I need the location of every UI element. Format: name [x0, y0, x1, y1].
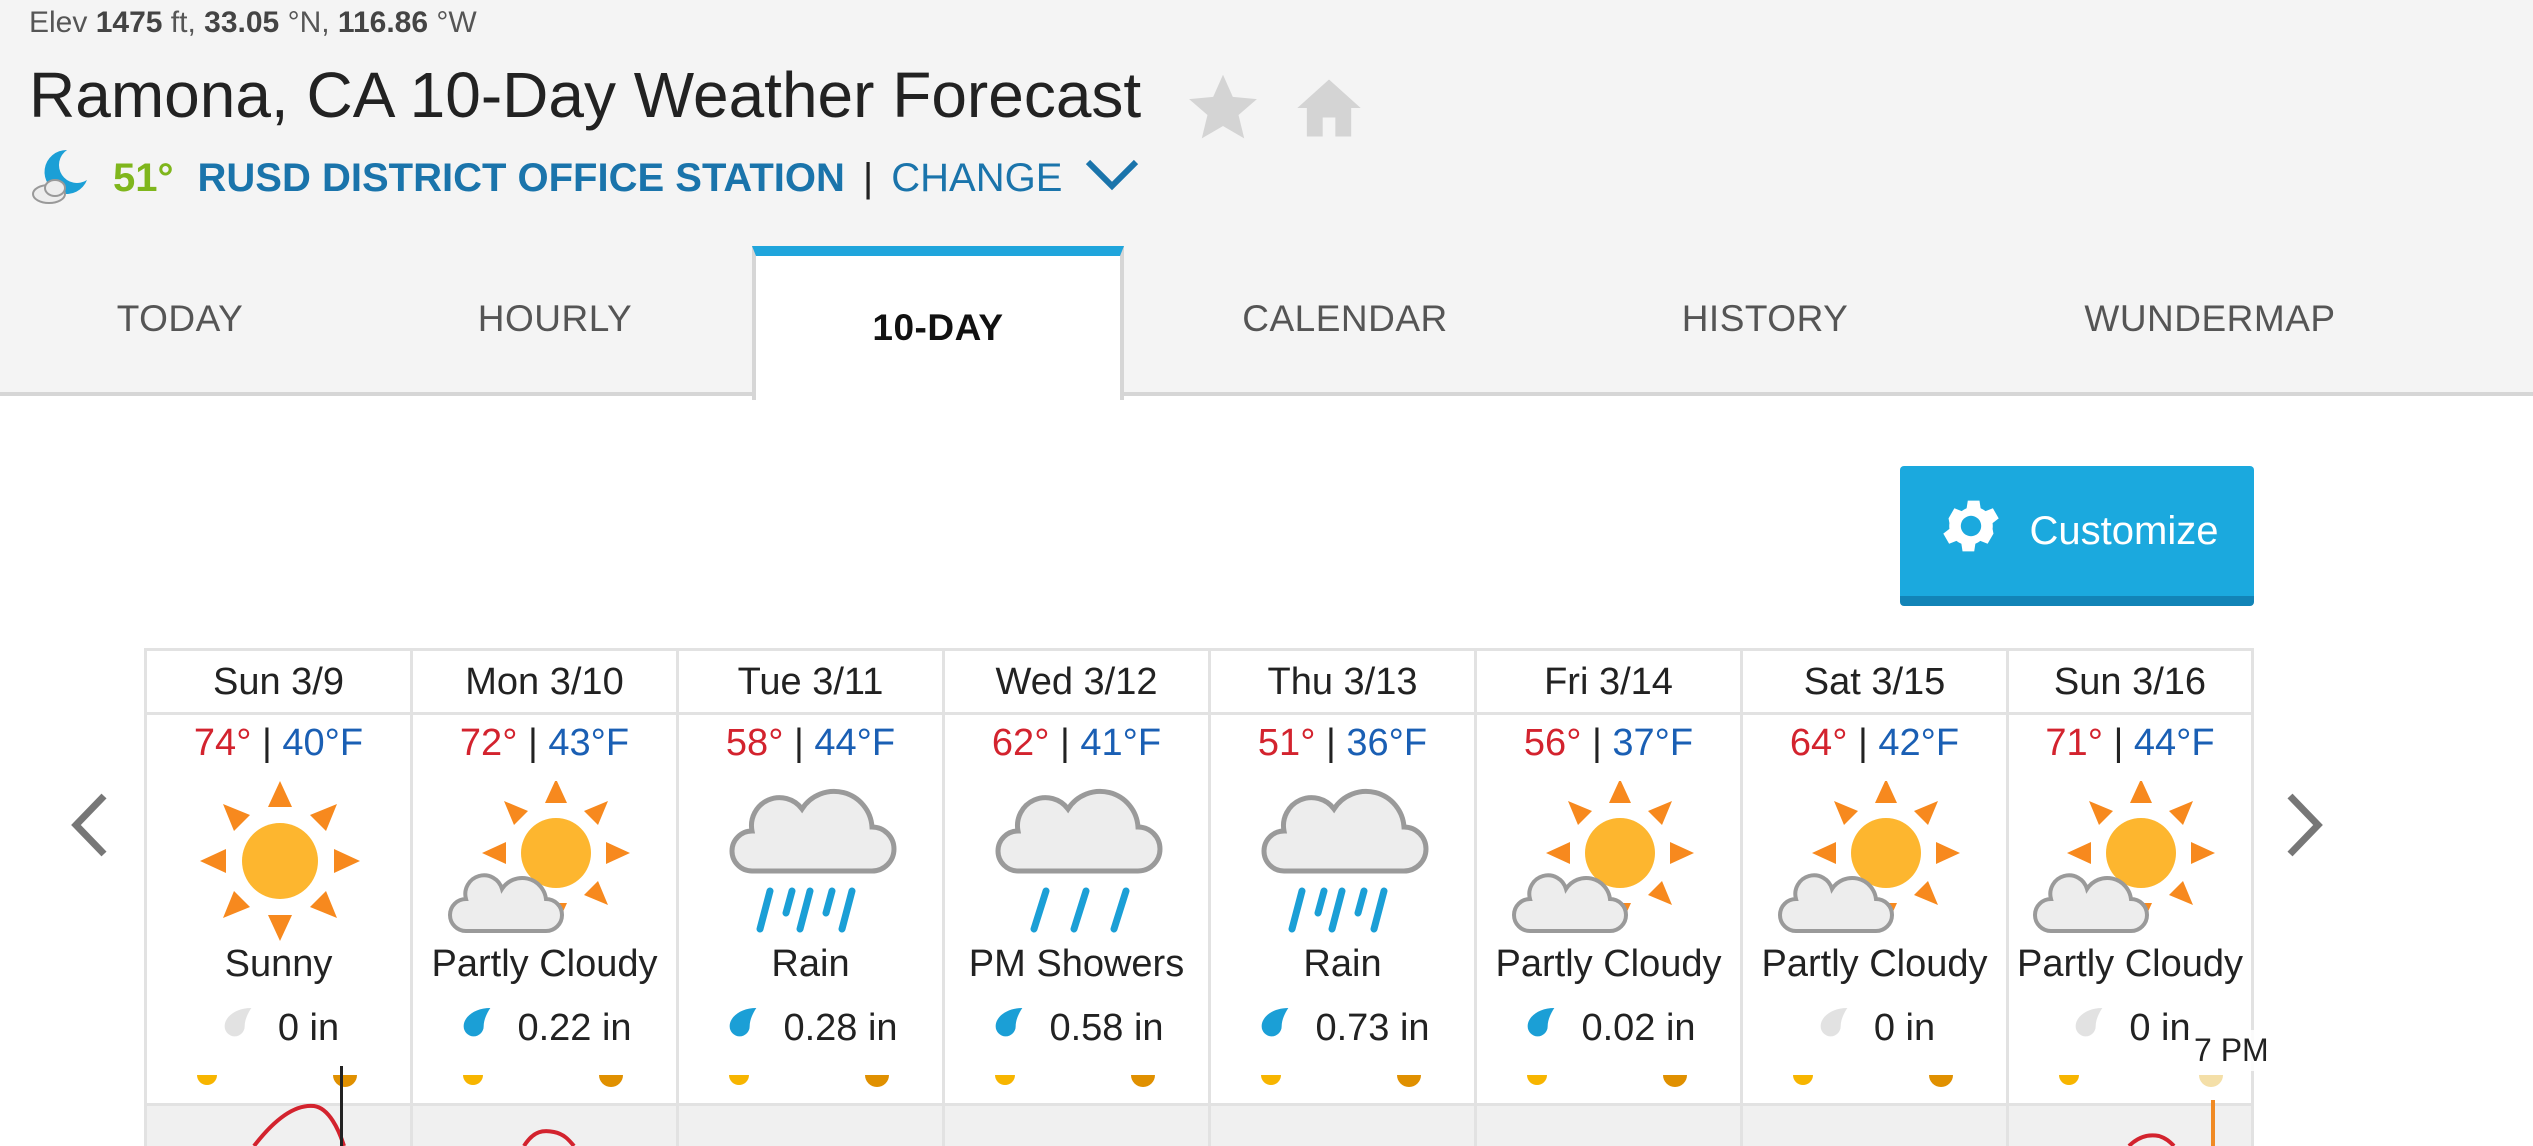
- day-condition: Partly Cloudy: [2017, 943, 2243, 985]
- page-header: Elev 1475 ft, 33.05 °N, 116.86 °W Ramona…: [0, 0, 2533, 400]
- sun-times: [147, 1069, 410, 1097]
- raindrop-icon: [723, 1003, 763, 1053]
- sun-times: [945, 1069, 1208, 1097]
- day-temps: 71° | 44°F: [2045, 722, 2215, 764]
- day-date: Fri 3/14: [1477, 651, 1740, 715]
- day-condition: Sunny: [224, 943, 333, 985]
- tab-history[interactable]: HISTORY: [1640, 246, 1890, 392]
- tab-10-day[interactable]: 10-DAY: [752, 246, 1124, 400]
- day-condition: Partly Cloudy: [1495, 943, 1722, 985]
- hover-time-label: 7 PM: [2188, 1030, 2275, 1071]
- rain-icon: [1244, 781, 1444, 946]
- sun-times: [679, 1069, 942, 1097]
- tab-today[interactable]: TODAY: [60, 246, 300, 392]
- forecast-day[interactable]: Sun 3/16 71° | 44°F Partly Cloudy 0 in: [2009, 651, 2254, 1146]
- previous-arrow-icon[interactable]: [64, 790, 114, 865]
- forecast-day[interactable]: Mon 3/10 72° | 43°F Partly Cloudy 0.22 i…: [413, 651, 679, 1146]
- elevation-coordinates: Elev 1475 ft, 33.05 °N, 116.86 °W: [29, 6, 477, 39]
- day-temps: 74° | 40°F: [193, 722, 364, 764]
- forecast-day[interactable]: Fri 3/14 56° | 37°F Partly Cloudy 0.02 i…: [1477, 651, 1743, 1146]
- day-date: Wed 3/12: [945, 651, 1208, 715]
- current-time-marker: [340, 1066, 343, 1146]
- day-condition: PM Showers: [968, 943, 1185, 985]
- day-condition: Partly Cloudy: [1761, 943, 1988, 985]
- partly-cloudy-icon: [446, 779, 646, 946]
- night-cloudy-icon: [29, 144, 93, 213]
- tab-bar: TODAY HOURLY 10-DAY CALENDAR HISTORY WUN…: [0, 246, 2533, 400]
- day-date: Tue 3/11: [679, 651, 942, 715]
- day-precip: 0.28 in: [679, 1003, 942, 1053]
- day-precip: 0.22 in: [413, 1003, 676, 1053]
- day-condition: Rain: [771, 943, 850, 985]
- partly-cloudy-icon: [1776, 779, 1976, 946]
- partly-cloudy-icon: [2031, 779, 2231, 946]
- day-date: Sat 3/15: [1743, 651, 2006, 715]
- hover-time-marker: [2211, 1100, 2215, 1146]
- day-temps: 64° | 42°F: [1789, 722, 1960, 764]
- chevron-down-icon[interactable]: [1084, 158, 1140, 199]
- page-title: Ramona, CA 10-Day Weather Forecast: [29, 59, 1142, 131]
- temperature-graph-line: [252, 1103, 2176, 1146]
- day-precip: 0 in: [1743, 1003, 2006, 1053]
- forecast-day[interactable]: Sun 3/9 74° | 40°F Sunny 0 in: [147, 651, 413, 1146]
- raindrop-icon: [2069, 1003, 2109, 1053]
- day-date: Sun 3/9: [147, 651, 410, 715]
- station-row: 51° RUSD DISTRICT OFFICE STATION | CHANG…: [29, 146, 1140, 210]
- customize-label: Customize: [2029, 508, 2219, 553]
- tab-calendar[interactable]: CALENDAR: [1210, 246, 1480, 392]
- customize-button[interactable]: Customize: [1900, 466, 2254, 606]
- day-precip: 0.02 in: [1477, 1003, 1740, 1053]
- partly-cloudy-icon: [1510, 779, 1710, 946]
- forecast-day[interactable]: Tue 3/11 58° | 44°F Rain 0.28 in: [679, 651, 945, 1146]
- forecast-day[interactable]: Thu 3/13 51° | 36°F Rain 0.73 in: [1211, 651, 1477, 1146]
- raindrop-icon: [1521, 1003, 1561, 1053]
- day-temps: 51° | 36°F: [1257, 722, 1428, 764]
- rain-icon: [712, 781, 912, 946]
- sun-times: [413, 1069, 676, 1097]
- separator: |: [862, 155, 874, 200]
- raindrop-icon: [1255, 1003, 1295, 1053]
- change-station-link[interactable]: CHANGE: [891, 156, 1062, 201]
- forecast-day[interactable]: Sat 3/15 64° | 42°F Partly Cloudy 0 in: [1743, 651, 2009, 1146]
- day-precip: 0 in: [147, 1003, 410, 1053]
- tab-wundermap[interactable]: WUNDERMAP: [2060, 246, 2360, 392]
- day-date: Mon 3/10: [413, 651, 676, 715]
- day-condition: Rain: [1303, 943, 1382, 985]
- sun-times: [1743, 1069, 2006, 1097]
- showers-icon: [978, 781, 1178, 946]
- sun-times: [1211, 1069, 1474, 1097]
- day-condition: Partly Cloudy: [431, 943, 658, 985]
- forecast-grid: Sun 3/9 74° | 40°F Sunny 0 in Mon 3/10 7…: [144, 648, 2254, 1146]
- current-temperature: 51°: [113, 155, 174, 200]
- favorite-star-icon[interactable]: [1185, 70, 1261, 146]
- day-temps: 62° | 41°F: [991, 722, 1162, 764]
- home-icon[interactable]: [1291, 70, 1367, 146]
- day-temps: 72° | 43°F: [459, 722, 630, 764]
- tab-hourly[interactable]: HOURLY: [430, 246, 680, 392]
- raindrop-icon: [1814, 1003, 1854, 1053]
- raindrop-icon: [457, 1003, 497, 1053]
- day-date: Thu 3/13: [1211, 651, 1474, 715]
- gear-icon: [1936, 491, 2006, 571]
- sunny-icon: [180, 781, 380, 946]
- day-temps: 58° | 44°F: [725, 722, 896, 764]
- day-precip: 0.73 in: [1211, 1003, 1474, 1053]
- raindrop-icon: [218, 1003, 258, 1053]
- day-temps: 56° | 37°F: [1523, 722, 1694, 764]
- sun-times: [2009, 1069, 2251, 1097]
- forecast-day[interactable]: Wed 3/12 62° | 41°F PM Showers 0.58 in: [945, 651, 1211, 1146]
- next-arrow-icon[interactable]: [2280, 790, 2330, 865]
- station-name-link[interactable]: RUSD DISTRICT OFFICE STATION: [198, 156, 845, 201]
- raindrop-icon: [989, 1003, 1029, 1053]
- sun-times: [1477, 1069, 1740, 1097]
- day-date: Sun 3/16: [2009, 651, 2251, 715]
- day-precip: 0.58 in: [945, 1003, 1208, 1053]
